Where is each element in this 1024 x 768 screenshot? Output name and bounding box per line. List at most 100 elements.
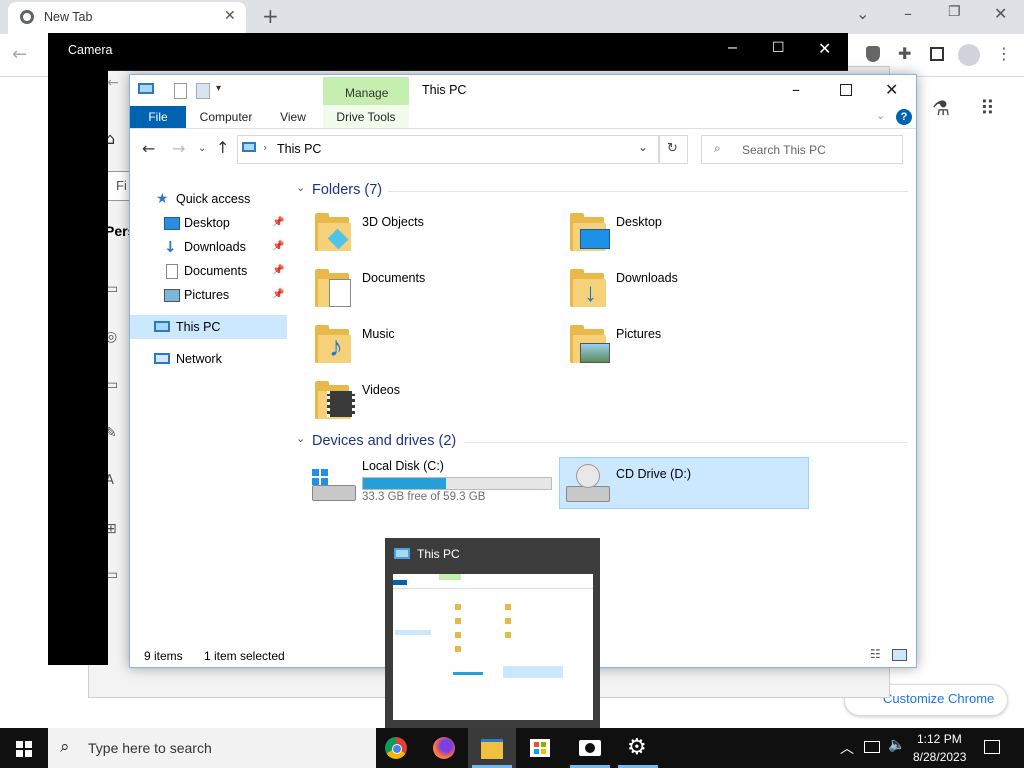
address-dropdown-icon[interactable]: ⌄ [638,140,648,154]
folder-downloads-icon: ↓ [570,267,606,307]
folders-header[interactable]: Folders (7) [312,182,382,198]
profile-avatar[interactable] [958,44,980,66]
tab-close-icon[interactable]: ✕ [224,8,236,24]
tab-view[interactable]: View [268,106,318,128]
new-tab-button[interactable]: + [262,4,279,28]
settings-back-icon[interactable]: ← [107,75,119,91]
refresh-button[interactable]: ↻ [659,135,688,164]
apps-grid-icon[interactable]: ⠿ [980,96,995,120]
drive-d[interactable]: CD Drive (D:) [559,457,809,509]
tab-drive-tools[interactable]: Drive Tools [323,106,409,128]
taskbar-camera-button[interactable] [566,728,614,768]
taskbar-settings-button[interactable]: ⚙ [614,728,662,768]
pin-icon[interactable]: 📌 [272,235,284,259]
folders-collapse-icon[interactable]: ⌄ [296,181,305,194]
folder-desktop[interactable]: Desktop [570,211,800,257]
chrome-minimize-button[interactable]: ⌄ [856,4,869,23]
drive-c-usage-bar [362,477,552,490]
folder-videos[interactable]: Videos [315,379,545,425]
nav-documents[interactable]: Documents 📌 [130,259,287,283]
pin-icon[interactable]: 📌 [272,211,284,235]
drive-d-name: CD Drive (D:) [616,467,691,481]
forward-arrow-icon[interactable]: → [172,139,185,158]
qat-dropdown-icon[interactable]: ▾ [216,83,221,94]
chrome-restore-icon[interactable]: ❐ [948,4,961,20]
taskbar-search-box[interactable]: ⌕ Type here to search [48,728,376,768]
help-icon[interactable]: ? [896,109,912,125]
folder-pictures[interactable]: Pictures [570,323,800,369]
taskbar-search-placeholder: Type here to search [88,740,212,756]
ribbon-divider [130,128,916,129]
devices-header[interactable]: Devices and drives (2) [312,433,456,449]
back-arrow-icon[interactable]: ← [142,139,155,158]
show-hidden-icons-icon[interactable]: ︿ [840,738,854,758]
back-arrow-icon[interactable]: ← [12,44,27,65]
folder-3d-objects[interactable]: 3D Objects [315,211,545,257]
nav-this-pc-label: This PC [176,320,221,334]
drive-c[interactable]: Local Disk (C:) 33.3 GB free of 59.3 GB [308,457,554,505]
firefox-icon [433,737,455,759]
nav-network[interactable]: Network [130,347,287,371]
qat-properties-icon[interactable] [174,83,187,99]
camera-maximize-icon[interactable]: ☐ [772,39,785,56]
ublock-icon[interactable] [866,46,880,62]
qat-newfolder-icon[interactable] [196,83,210,99]
chrome-icon [20,10,34,24]
folder-downloads[interactable]: ↓ Downloads [570,267,800,313]
breadcrumb-chevron-icon: › [263,141,268,154]
recent-locations-icon[interactable]: ⌄ [198,143,206,154]
devices-collapse-icon[interactable]: ⌄ [296,432,305,445]
camera-close-icon[interactable]: ✕ [818,39,831,59]
large-icons-view-icon[interactable] [892,649,907,661]
tab-computer[interactable]: Computer [192,106,260,128]
maximize-icon[interactable] [840,84,852,96]
clock-date[interactable]: 8/28/2023 [913,750,966,764]
pin-icon[interactable]: 📌 [272,259,284,283]
details-view-icon[interactable]: ☷ [870,647,881,661]
camera-title: Camera [68,43,113,57]
folder-videos-icon [315,379,355,419]
close-icon[interactable]: ✕ [885,80,898,99]
tab-drive-tools-label: Drive Tools [336,110,396,124]
nav-desktop[interactable]: Desktop 📌 [130,211,287,235]
pin-icon[interactable]: 📌 [272,283,284,307]
folder-music[interactable]: ♪ Music [315,323,545,369]
labs-flask-icon[interactable]: ⚗ [932,96,950,120]
start-button[interactable] [0,728,48,768]
network-status-icon[interactable] [864,741,880,753]
camera-minimize-icon[interactable]: – [728,39,737,57]
address-bar[interactable]: › This PC ⌄ [237,135,659,164]
search-input[interactable]: ⌕ Search This PC [701,135,903,164]
cd-disc-icon [576,464,600,488]
nav-this-pc[interactable]: This PC [130,315,287,339]
side-panel-icon[interactable] [930,47,944,61]
nav-quick-access-label: Quick access [176,192,251,206]
taskbar-thumbnail-preview[interactable]: This PC [385,538,600,728]
folder-desktop-icon [570,211,610,251]
manage-tab[interactable]: Manage [323,77,409,105]
tab-title: New Tab [44,10,93,24]
notifications-icon[interactable] [984,740,1000,754]
nav-quick-access[interactable]: ★ Quick access [130,187,287,211]
taskbar-chrome-button[interactable] [372,728,420,768]
windows-start-icon [16,741,32,757]
up-arrow-icon[interactable]: ↑ [216,138,229,157]
folder-label: Desktop [616,215,662,229]
taskbar-firefox-button[interactable] [420,728,468,768]
tab-file[interactable]: File [130,106,186,128]
nav-pictures[interactable]: Pictures 📌 [130,283,287,307]
extensions-icon[interactable]: ✚ [898,44,911,63]
nav-downloads[interactable]: ↓ Downloads 📌 [130,235,287,259]
folder-documents[interactable]: Documents [315,267,545,313]
volume-icon[interactable]: 🔈 [888,737,905,753]
chrome-menu-icon[interactable]: ⋮ [996,44,1012,63]
taskbar-store-button[interactable] [516,728,564,768]
chrome-minimize-icon[interactable]: – [904,4,912,23]
taskbar-file-explorer-button[interactable] [468,728,516,768]
minimize-icon[interactable]: – [792,80,800,99]
clock-time[interactable]: 1:12 PM [917,732,962,746]
nav-network-label: Network [176,352,222,366]
chrome-tab[interactable]: New Tab ✕ [8,2,246,34]
chrome-close-icon[interactable]: ✕ [994,4,1007,23]
expand-ribbon-icon[interactable]: ⌄ [876,109,885,122]
